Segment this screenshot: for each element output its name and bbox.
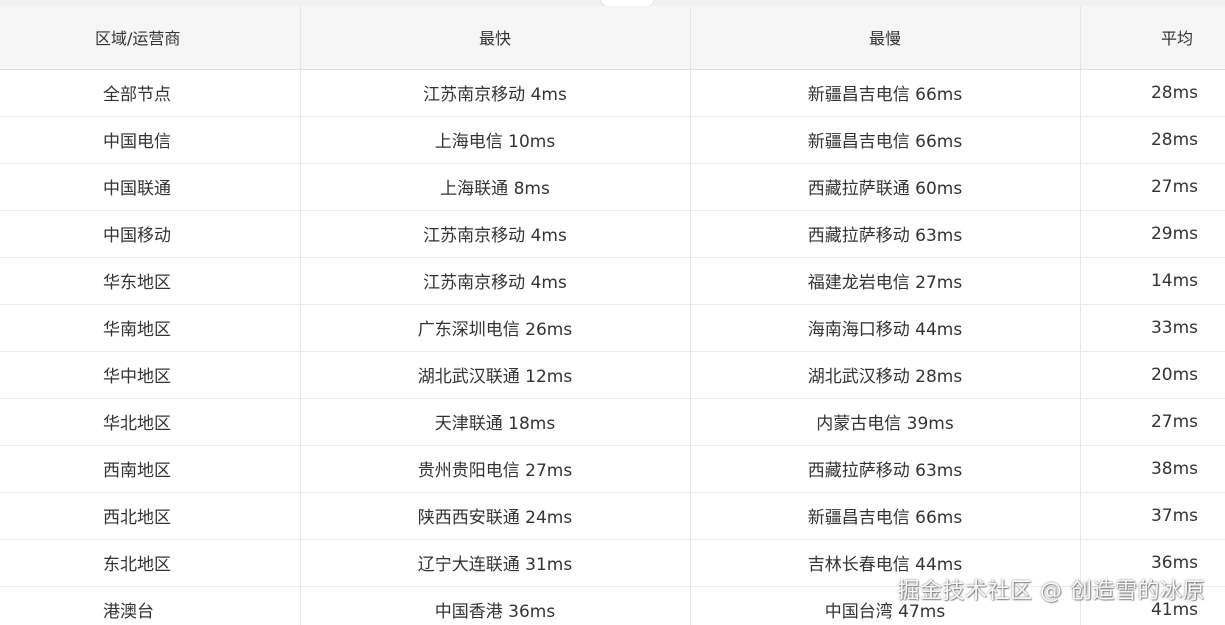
cell-fastest: 上海联通 8ms (300, 163, 691, 211)
cell-region: 中国电信 (0, 116, 301, 164)
cell-slowest: 西藏拉萨移动 63ms (690, 210, 1081, 258)
cell-average: 27ms (1080, 398, 1225, 446)
cell-region: 华中地区 (0, 351, 301, 399)
table-row: 华东地区 江苏南京移动 4ms 福建龙岩电信 27ms 14ms (0, 257, 1225, 305)
cell-slowest: 福建龙岩电信 27ms (690, 257, 1081, 305)
cell-fastest: 上海电信 10ms (300, 116, 691, 164)
cell-fastest: 天津联通 18ms (300, 398, 691, 446)
cell-region: 华北地区 (0, 398, 301, 446)
column-header-region[interactable]: 区域/运营商 (0, 6, 301, 70)
cell-slowest: 湖北武汉移动 28ms (690, 351, 1081, 399)
cell-fastest: 中国香港 36ms (300, 586, 691, 625)
cell-fastest: 江苏南京移动 4ms (300, 257, 691, 305)
cell-fastest: 辽宁大连联通 31ms (300, 539, 691, 587)
cell-average: 29ms (1080, 210, 1225, 258)
cell-average: 14ms (1080, 257, 1225, 305)
column-header-fastest[interactable]: 最快 (300, 6, 691, 70)
cell-slowest: 西藏拉萨移动 63ms (690, 445, 1081, 493)
cell-region: 港澳台 (0, 586, 301, 625)
cell-slowest: 海南海口移动 44ms (690, 304, 1081, 352)
cell-region: 中国移动 (0, 210, 301, 258)
cell-average: 28ms (1080, 116, 1225, 164)
cell-average: 20ms (1080, 351, 1225, 399)
cell-average: 38ms (1080, 445, 1225, 493)
watermark: 掘金技术社区 @ 创造雪的冰原 (897, 579, 1205, 604)
table-row: 全部节点 江苏南京移动 4ms 新疆昌吉电信 66ms 28ms (0, 69, 1225, 117)
cell-slowest: 新疆昌吉电信 66ms (690, 492, 1081, 540)
cell-average: 27ms (1080, 163, 1225, 211)
table-row: 华北地区 天津联通 18ms 内蒙古电信 39ms 27ms (0, 398, 1225, 446)
column-header-average[interactable]: 平均 (1080, 6, 1225, 70)
cell-region: 中国联通 (0, 163, 301, 211)
table-row: 中国电信 上海电信 10ms 新疆昌吉电信 66ms 28ms (0, 116, 1225, 164)
cell-slowest: 新疆昌吉电信 66ms (690, 116, 1081, 164)
column-header-slowest[interactable]: 最慢 (690, 6, 1081, 70)
table-row: 华中地区 湖北武汉联通 12ms 湖北武汉移动 28ms 20ms (0, 351, 1225, 399)
cell-slowest: 西藏拉萨联通 60ms (690, 163, 1081, 211)
cell-slowest: 新疆昌吉电信 66ms (690, 69, 1081, 117)
latency-table-page: 区域/运营商 最快 最慢 平均 全部节点 江苏南京移动 4ms 新疆昌吉电信 66m… (0, 0, 1225, 625)
cell-fastest: 江苏南京移动 4ms (300, 210, 691, 258)
cell-region: 东北地区 (0, 539, 301, 587)
cell-region: 西南地区 (0, 445, 301, 493)
cell-slowest: 内蒙古电信 39ms (690, 398, 1081, 446)
table-row: 西北地区 陕西西安联通 24ms 新疆昌吉电信 66ms 37ms (0, 492, 1225, 540)
cell-fastest: 广东深圳电信 26ms (300, 304, 691, 352)
cell-average: 28ms (1080, 69, 1225, 117)
cell-fastest: 湖北武汉联通 12ms (300, 351, 691, 399)
table-row: 中国移动 江苏南京移动 4ms 西藏拉萨移动 63ms 29ms (0, 210, 1225, 258)
cell-fastest: 陕西西安联通 24ms (300, 492, 691, 540)
cell-average: 37ms (1080, 492, 1225, 540)
table-row: 华南地区 广东深圳电信 26ms 海南海口移动 44ms 33ms (0, 304, 1225, 352)
table-row: 中国联通 上海联通 8ms 西藏拉萨联通 60ms 27ms (0, 163, 1225, 211)
cell-region: 华东地区 (0, 257, 301, 305)
table-header-row: 区域/运营商 最快 最慢 平均 (0, 6, 1225, 70)
cell-region: 西北地区 (0, 492, 301, 540)
table-row: 西南地区 贵州贵阳电信 27ms 西藏拉萨移动 63ms 38ms (0, 445, 1225, 493)
latency-table: 区域/运营商 最快 最慢 平均 全部节点 江苏南京移动 4ms 新疆昌吉电信 66m… (0, 6, 1225, 625)
cell-fastest: 江苏南京移动 4ms (300, 69, 691, 117)
cell-average: 33ms (1080, 304, 1225, 352)
cell-region: 全部节点 (0, 69, 301, 117)
cell-fastest: 贵州贵阳电信 27ms (300, 445, 691, 493)
cell-region: 华南地区 (0, 304, 301, 352)
